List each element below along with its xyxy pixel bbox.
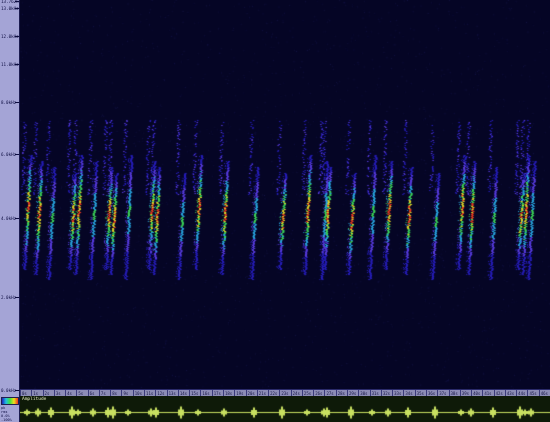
freq-label: 2.0kHz bbox=[1, 295, 17, 300]
amplitude-label: -100% bbox=[1, 418, 12, 422]
freq-tick bbox=[15, 36, 19, 37]
freq-tick bbox=[15, 297, 19, 298]
frequency-axis: 13.762k 13.0kHz 12.0kHz 11.0kHz 8.0kHz 6.0kHz… bbox=[0, 0, 20, 396]
freq-tick bbox=[15, 1, 19, 2]
color-scale-swatch bbox=[1, 397, 19, 405]
waveform-display[interactable] bbox=[20, 396, 550, 422]
spectrogram-display[interactable] bbox=[20, 0, 550, 389]
freq-label: 4.0kHz bbox=[1, 216, 17, 221]
freq-tick bbox=[15, 390, 19, 391]
freq-tick bbox=[15, 154, 19, 155]
freq-label: 0.0kHz bbox=[1, 388, 17, 393]
freq-tick bbox=[15, 64, 19, 65]
freq-tick bbox=[15, 102, 19, 103]
freq-label: 8.0kHz bbox=[1, 100, 17, 105]
freq-tick bbox=[15, 8, 19, 9]
amplitude-panel-title: Amplitude bbox=[22, 397, 47, 402]
spectrogram-window: 13.762k 13.0kHz 12.0kHz 11.0kHz 8.0kHz 6.0kHz… bbox=[0, 0, 550, 422]
freq-label: 6.0kHz bbox=[1, 152, 17, 157]
freq-tick bbox=[15, 218, 19, 219]
